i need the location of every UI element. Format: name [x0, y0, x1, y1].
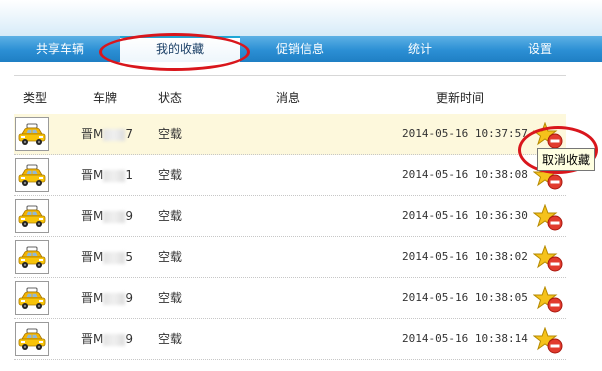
- status-cell: 空载: [158, 250, 183, 264]
- taxi-icon: [15, 158, 49, 192]
- plate-redaction: [103, 210, 126, 223]
- plate-prefix: 晋M: [81, 250, 104, 264]
- remove-favorite-button[interactable]: [532, 285, 567, 317]
- plate-cell: 晋M 9: [81, 319, 133, 359]
- remove-favorite-button[interactable]: [532, 244, 567, 276]
- plate-cell: 晋M 1: [81, 155, 133, 195]
- plate-prefix: 晋M: [81, 168, 104, 182]
- plate-redaction: [103, 128, 126, 141]
- star-remove-icon: [532, 162, 567, 194]
- star-remove-icon: [532, 285, 567, 317]
- star-remove-icon: [532, 326, 567, 358]
- update-time-cell: 2014-05-16 10:38:08: [402, 168, 528, 181]
- plate-prefix: 晋M: [81, 291, 104, 305]
- taxi-icon: [15, 322, 49, 356]
- taxi-icon: [15, 281, 49, 315]
- plate-redaction: [103, 333, 126, 346]
- table-header: 类型 车牌 状态 消息 更新时间: [0, 89, 602, 105]
- annotation-oval-nav: [99, 33, 250, 71]
- status-cell: 空载: [158, 168, 183, 182]
- table-row[interactable]: 晋M 9 空载 2014-05-16 10:38:05: [14, 278, 566, 319]
- plate-redaction: [103, 169, 126, 182]
- taxi-icon: [15, 199, 49, 233]
- update-time-cell: 2014-05-16 10:38:14: [402, 332, 528, 345]
- nav-tab-settings[interactable]: 设置: [480, 36, 600, 62]
- taxi-icon: [15, 240, 49, 274]
- table-top-divider: [14, 75, 566, 76]
- header-update-time: 更新时间: [436, 91, 485, 105]
- status-cell: 空载: [158, 127, 183, 141]
- header-type: 类型: [23, 91, 48, 105]
- status-cell: 空载: [158, 209, 183, 223]
- plate-prefix: 晋M: [81, 332, 104, 346]
- status-cell: 空载: [158, 291, 183, 305]
- status-cell: 空载: [158, 332, 183, 346]
- header-status: 状态: [158, 91, 183, 105]
- tooltip: 取消收藏: [537, 148, 596, 171]
- plate-suffix: 9: [125, 332, 133, 346]
- main-nav: 共享车辆 我的收藏 促销信息 统计 设置: [0, 36, 602, 62]
- plate-cell: 晋M 7: [81, 114, 133, 154]
- update-time-cell: 2014-05-16 10:36:30: [402, 209, 528, 222]
- plate-suffix: 1: [125, 168, 133, 182]
- update-time-cell: 2014-05-16 10:38:05: [402, 291, 528, 304]
- plate-suffix: 5: [125, 250, 133, 264]
- header-message: 消息: [276, 91, 301, 105]
- plate-prefix: 晋M: [81, 209, 104, 223]
- update-time-cell: 2014-05-16 10:37:57: [402, 127, 528, 140]
- top-banner: [0, 0, 602, 36]
- plate-redaction: [103, 292, 126, 305]
- star-remove-icon: [532, 244, 567, 276]
- plate-redaction: [103, 251, 126, 264]
- remove-favorite-button[interactable]: [532, 203, 567, 235]
- taxi-icon: [15, 117, 49, 151]
- remove-favorite-button[interactable]: [532, 326, 567, 358]
- update-time-cell: 2014-05-16 10:38:02: [402, 250, 528, 263]
- table-row[interactable]: 晋M 7 空载 2014-05-16 10:37:57: [14, 114, 566, 155]
- nav-tab-statistics[interactable]: 统计: [360, 36, 480, 62]
- nav-tab-promotions[interactable]: 促销信息: [240, 36, 360, 62]
- table-row[interactable]: 晋M 9 空载 2014-05-16 10:36:30: [14, 196, 566, 237]
- plate-suffix: 7: [125, 127, 133, 141]
- star-remove-icon: [532, 203, 567, 235]
- plate-suffix: 9: [125, 291, 133, 305]
- table-row[interactable]: 晋M 5 空载 2014-05-16 10:38:02: [14, 237, 566, 278]
- plate-cell: 晋M 9: [81, 278, 133, 318]
- table-row[interactable]: 晋M 1 空载 2014-05-16 10:38:08: [14, 155, 566, 196]
- plate-cell: 晋M 5: [81, 237, 133, 277]
- header-plate: 车牌: [93, 91, 118, 105]
- plate-prefix: 晋M: [81, 127, 104, 141]
- plate-suffix: 9: [125, 209, 133, 223]
- plate-cell: 晋M 9: [81, 196, 133, 236]
- table-row[interactable]: 晋M 9 空载 2014-05-16 10:38:14: [14, 319, 566, 360]
